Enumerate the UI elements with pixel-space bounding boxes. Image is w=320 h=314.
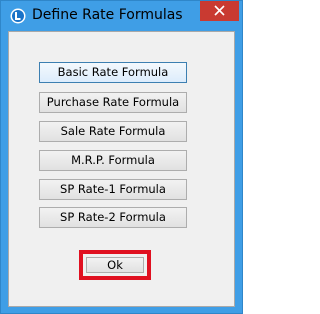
basic-rate-formula-button[interactable]: Basic Rate Formula xyxy=(39,62,187,83)
purchase-rate-formula-button[interactable]: Purchase Rate Formula xyxy=(39,92,187,113)
title-bar[interactable]: Define Rate Formulas xyxy=(1,1,242,31)
app-icon xyxy=(10,8,26,24)
ok-button[interactable]: Ok xyxy=(86,257,144,273)
sp-rate-2-formula-button[interactable]: SP Rate-2 Formula xyxy=(39,207,187,228)
close-button[interactable] xyxy=(200,1,239,21)
sp-rate-1-formula-button[interactable]: SP Rate-1 Formula xyxy=(39,179,187,200)
dialog-window: Define Rate Formulas Basic Rate Formula … xyxy=(0,0,243,314)
dialog-content: Basic Rate Formula Purchase Rate Formula… xyxy=(8,31,235,307)
ok-button-highlight: Ok xyxy=(79,250,151,280)
window-title: Define Rate Formulas xyxy=(32,7,183,23)
close-icon xyxy=(214,5,225,16)
sale-rate-formula-button[interactable]: Sale Rate Formula xyxy=(39,121,187,142)
mrp-formula-button[interactable]: M.R.P. Formula xyxy=(39,150,187,171)
